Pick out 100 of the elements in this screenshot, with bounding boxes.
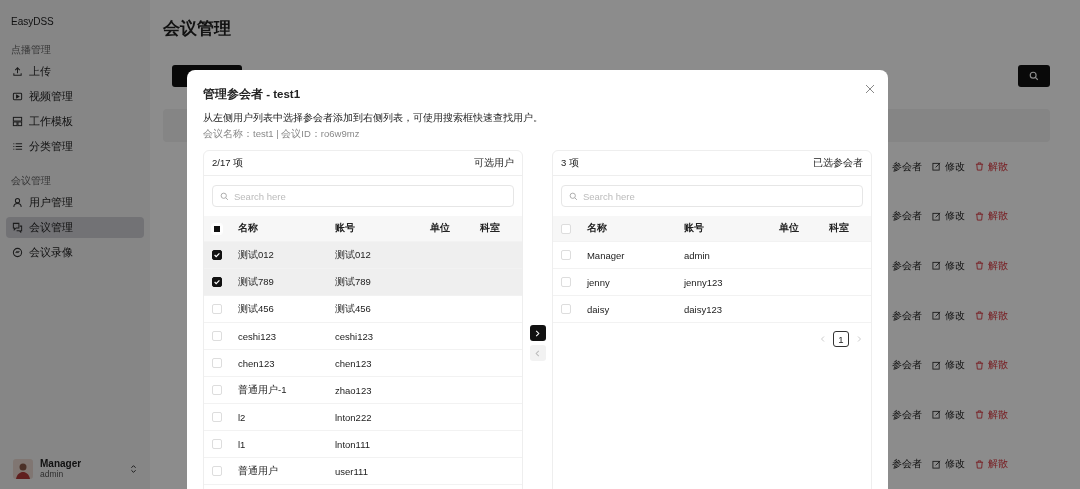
edit-link[interactable]: 修改 [932, 308, 965, 323]
table-cell-text: jenny [586, 276, 611, 288]
item-count: 3 项 [560, 156, 579, 170]
dismiss-link[interactable]: 解散 [975, 159, 1008, 174]
meeting-info: 会议名称：test1 | 会议ID：ro6w9mz [203, 128, 361, 141]
edit-link[interactable]: 修改 [932, 159, 965, 174]
upload-icon [12, 66, 23, 77]
dialog-title: 管理参会者 - test1 [203, 87, 302, 102]
edit-link[interactable]: 修改 [932, 358, 965, 373]
user-name: Manager [40, 458, 83, 469]
dismiss-link[interactable]: 解散 [975, 407, 1008, 422]
chat-icon [12, 222, 23, 233]
play-icon [12, 91, 23, 102]
edit-icon [932, 162, 941, 172]
edit-icon [932, 459, 941, 469]
table-cell-text: l1 [238, 438, 247, 450]
table-cell-text: 普通用户-1 [238, 383, 288, 397]
participants-link[interactable]: 参会者 [892, 308, 922, 323]
dismiss-link[interactable]: 解散 [975, 457, 1008, 472]
sidebar-item[interactable]: 会议录像 [6, 242, 144, 263]
participants-link[interactable]: 参会者 [892, 457, 922, 472]
page-title: 会议管理 [163, 18, 232, 39]
search-button[interactable] [1018, 65, 1050, 87]
table-cell-text: 测试012 [335, 248, 372, 262]
edit-icon [932, 211, 941, 221]
item-count: 2/17 项 [212, 156, 244, 170]
trash-icon [975, 261, 984, 271]
dismiss-link[interactable]: 解散 [975, 308, 1008, 323]
table-cell-text: ceshi123 [238, 330, 278, 342]
participants-link[interactable]: 参会者 [892, 159, 922, 174]
column-header: 账号 [335, 222, 356, 235]
table-cell-text: jenny123 [683, 276, 724, 288]
sidebar-item[interactable]: 工作模板 [6, 111, 144, 132]
user-icon [12, 197, 23, 208]
search-icon [1029, 71, 1039, 81]
edit-icon [932, 410, 941, 420]
table-cell-text: daisy [586, 303, 611, 315]
column-header: 单位 [778, 222, 800, 235]
section-label: 会议管理 [11, 175, 52, 188]
edit-link[interactable]: 修改 [932, 209, 965, 224]
sidebar-item[interactable]: 会议管理 [6, 217, 144, 238]
page-number[interactable]: 1 [833, 331, 849, 347]
dismiss-link[interactable]: 解散 [975, 209, 1008, 224]
sidebar-item[interactable]: 视频管理 [6, 86, 144, 107]
table-cell-text: 测试789 [238, 275, 275, 289]
edit-link[interactable]: 修改 [932, 457, 965, 472]
record-icon [12, 247, 23, 258]
panel-caption: 可选用户 [474, 156, 515, 170]
column-header: 科室 [480, 222, 501, 235]
move-right-button[interactable] [529, 325, 546, 341]
trash-icon [975, 360, 984, 370]
chevron-right-icon [534, 329, 541, 337]
table-cell-text: lnton222 [335, 411, 373, 423]
table-cell-text: chen123 [238, 357, 276, 369]
search-field[interactable]: Search here [212, 185, 515, 207]
user-account: admin [40, 469, 64, 479]
column-header: 单位 [430, 222, 451, 235]
table-cell-text: ceshi123 [335, 330, 375, 342]
dismiss-link[interactable]: 解散 [975, 258, 1008, 273]
search-icon [220, 191, 229, 201]
table-cell-text: l2 [238, 411, 247, 423]
table-cell-text: daisy123 [683, 303, 723, 315]
edit-icon [932, 360, 941, 370]
dialog-description: 从左侧用户列表中选择参会者添加到右侧列表，可使用搜索框快速查找用户。 [203, 111, 544, 125]
participants-link[interactable]: 参会者 [892, 358, 922, 373]
close-icon[interactable] [865, 84, 875, 94]
chevron-left-icon [534, 349, 541, 357]
row-checkbox[interactable] [212, 277, 222, 287]
search-icon [568, 191, 578, 201]
trash-icon [975, 311, 984, 320]
row-checkbox[interactable] [212, 250, 222, 260]
edit-link[interactable]: 修改 [932, 407, 965, 422]
list-icon [12, 141, 23, 152]
edit-icon [932, 311, 941, 320]
table-cell-text: Manager [586, 249, 626, 261]
table-cell-text: 测试012 [238, 248, 275, 262]
participants-link[interactable]: 参会者 [892, 209, 922, 224]
table-cell-text: 测试456 [238, 302, 275, 316]
select-all-checkbox[interactable] [560, 223, 571, 234]
column-header: 名称 [586, 222, 608, 235]
search-field[interactable]: Search here [560, 185, 863, 207]
chevron-up-down-icon[interactable] [130, 463, 137, 474]
table-cell-text: 普通用户 [238, 464, 279, 478]
trash-icon [975, 162, 984, 172]
panel-caption: 已选参会者 [813, 156, 863, 170]
sidebar-item[interactable]: 分类管理 [6, 136, 144, 157]
participants-link[interactable]: 参会者 [892, 258, 922, 273]
column-header: 账号 [683, 222, 705, 235]
table-cell-text: admin [683, 249, 711, 261]
table-cell-text: lnton111 [335, 438, 372, 450]
table-cell-text: user111 [335, 465, 369, 477]
dismiss-link[interactable]: 解散 [975, 358, 1008, 373]
trash-icon [975, 410, 984, 420]
sidebar-item[interactable]: 用户管理 [6, 192, 144, 213]
trash-icon [975, 459, 984, 469]
sidebar-item[interactable]: 上传 [6, 61, 144, 82]
edit-link[interactable]: 修改 [932, 258, 965, 273]
participants-link[interactable]: 参会者 [892, 407, 922, 422]
column-header: 科室 [828, 222, 850, 235]
column-header: 名称 [238, 222, 259, 235]
